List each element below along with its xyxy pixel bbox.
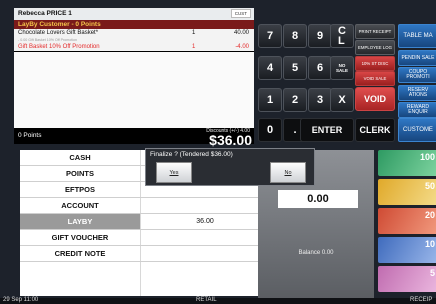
tender-layby[interactable]: LAYBY 36.00 bbox=[20, 214, 258, 230]
tender-label: POINTS bbox=[66, 169, 94, 178]
customer-button[interactable]: CUSTOME bbox=[398, 118, 436, 142]
status-right: RECEIP bbox=[410, 297, 433, 303]
reservations-button[interactable]: RESERV ATIONS bbox=[398, 85, 436, 101]
note-label: 20 bbox=[424, 210, 435, 220]
percent-discount-button[interactable]: 10% ST DISC bbox=[355, 56, 395, 71]
item-qty: 1 bbox=[192, 30, 196, 36]
key-3[interactable]: 3 bbox=[308, 88, 332, 112]
key-6[interactable]: 6 bbox=[308, 56, 332, 80]
status-bar: 29 Sep 11:00 RETAIL RECEIP bbox=[0, 297, 436, 304]
receipt-panel: Rebecca PRICE 1 CUST LayBy Customer - 0 … bbox=[14, 8, 254, 148]
note-label: 10 bbox=[424, 239, 435, 249]
note-100-button[interactable]: 100 bbox=[378, 150, 436, 176]
operator-name: Rebecca PRICE 1 bbox=[18, 10, 72, 17]
table-map-button[interactable]: TABLE MA bbox=[398, 24, 436, 48]
status-mode: RETAIL bbox=[196, 297, 217, 303]
note-5-button[interactable]: 5 bbox=[378, 266, 436, 292]
clear-key[interactable]: C L bbox=[330, 24, 354, 48]
receipt-item[interactable]: Gift Basket 10% Off Promotion 1 -4.00 bbox=[14, 43, 254, 51]
receipt-blank-area bbox=[14, 52, 254, 128]
operator-bar: Rebecca PRICE 1 CUST bbox=[14, 8, 254, 20]
void-button[interactable]: VOID bbox=[355, 87, 395, 111]
tender-label: CREDIT NOTE bbox=[54, 249, 106, 258]
item-price: -4.00 bbox=[235, 44, 249, 50]
dialog-message: Finalize ? (Tendered $36.00) bbox=[150, 151, 233, 158]
tender-gift-voucher[interactable]: GIFT VOUCHER bbox=[20, 230, 258, 246]
balance-label: Balance 0.00 bbox=[298, 250, 334, 256]
key-4[interactable]: 4 bbox=[258, 56, 282, 80]
finalize-dialog: Finalize ? (Tendered $36.00) Yes No bbox=[145, 148, 315, 186]
tender-label: CASH bbox=[69, 153, 91, 162]
note-20-button[interactable]: 20 bbox=[378, 208, 436, 234]
note-label: 100 bbox=[419, 152, 435, 162]
coupon-promotion-button[interactable]: COUPO PROMOTI bbox=[398, 67, 436, 83]
print-receipt-button[interactable]: PRINT RECEIPT bbox=[355, 24, 395, 39]
item-qty: 1 bbox=[192, 44, 196, 50]
customer-line: LayBy Customer - 0 Points bbox=[14, 20, 254, 29]
no-button[interactable]: No bbox=[270, 162, 306, 183]
item-name: Chocolate Lovers Gift Basket* bbox=[18, 30, 99, 36]
void-sale-button[interactable]: VOID SALE bbox=[355, 71, 395, 86]
item-note-text: - 0.00 Gift Basket 10% Off Promotion bbox=[18, 38, 78, 42]
note-label: 5 bbox=[429, 268, 435, 278]
note-10-button[interactable]: 10 bbox=[378, 237, 436, 263]
no-sale-key[interactable]: NO SALE bbox=[330, 56, 354, 80]
receipt-item[interactable]: Chocolate Lovers Gift Basket* 1 40.00 bbox=[14, 29, 254, 37]
status-date: 29 Sep 11:00 bbox=[3, 297, 39, 303]
tender-account[interactable]: ACCOUNT bbox=[20, 198, 258, 214]
tender-label: EFTPOS bbox=[64, 185, 95, 194]
key-0[interactable]: 0 bbox=[258, 118, 282, 142]
tender-credit-note[interactable]: CREDIT NOTE bbox=[20, 246, 258, 262]
key-1[interactable]: 1 bbox=[258, 88, 282, 112]
tender-label: GIFT VOUCHER bbox=[51, 233, 109, 242]
enter-key[interactable]: ENTER bbox=[300, 118, 354, 142]
key-5[interactable]: 5 bbox=[283, 56, 307, 80]
tender-label: ACCOUNT bbox=[61, 201, 99, 210]
tender-label: LAYBY bbox=[20, 214, 140, 229]
item-price: 40.00 bbox=[233, 30, 249, 36]
item-name: Gift Basket 10% Off Promotion bbox=[18, 44, 100, 50]
key-8[interactable]: 8 bbox=[283, 24, 307, 48]
tender-value: 36.00 bbox=[196, 218, 214, 225]
pending-sale-button[interactable]: PENDIN SALE bbox=[398, 50, 436, 66]
tender-amount-input[interactable]: 0.00 bbox=[278, 190, 358, 208]
total-amount: $36.00 bbox=[209, 132, 252, 148]
clerk-key[interactable]: CLERK bbox=[355, 118, 395, 142]
key-9[interactable]: 9 bbox=[308, 24, 332, 48]
employee-log-button[interactable]: EMPLOYEE LOG bbox=[355, 40, 395, 55]
cust-button[interactable]: CUST bbox=[230, 9, 251, 18]
reward-enquiry-button[interactable]: REWARD ENQUIR bbox=[398, 102, 436, 118]
yes-button[interactable]: Yes bbox=[156, 162, 192, 183]
key-2[interactable]: 2 bbox=[283, 88, 307, 112]
note-label: 50 bbox=[424, 181, 435, 191]
key-7[interactable]: 7 bbox=[258, 24, 282, 48]
multiply-key[interactable]: X bbox=[330, 88, 354, 112]
points-label: 0 Points bbox=[18, 132, 42, 139]
note-50-button[interactable]: 50 bbox=[378, 179, 436, 205]
